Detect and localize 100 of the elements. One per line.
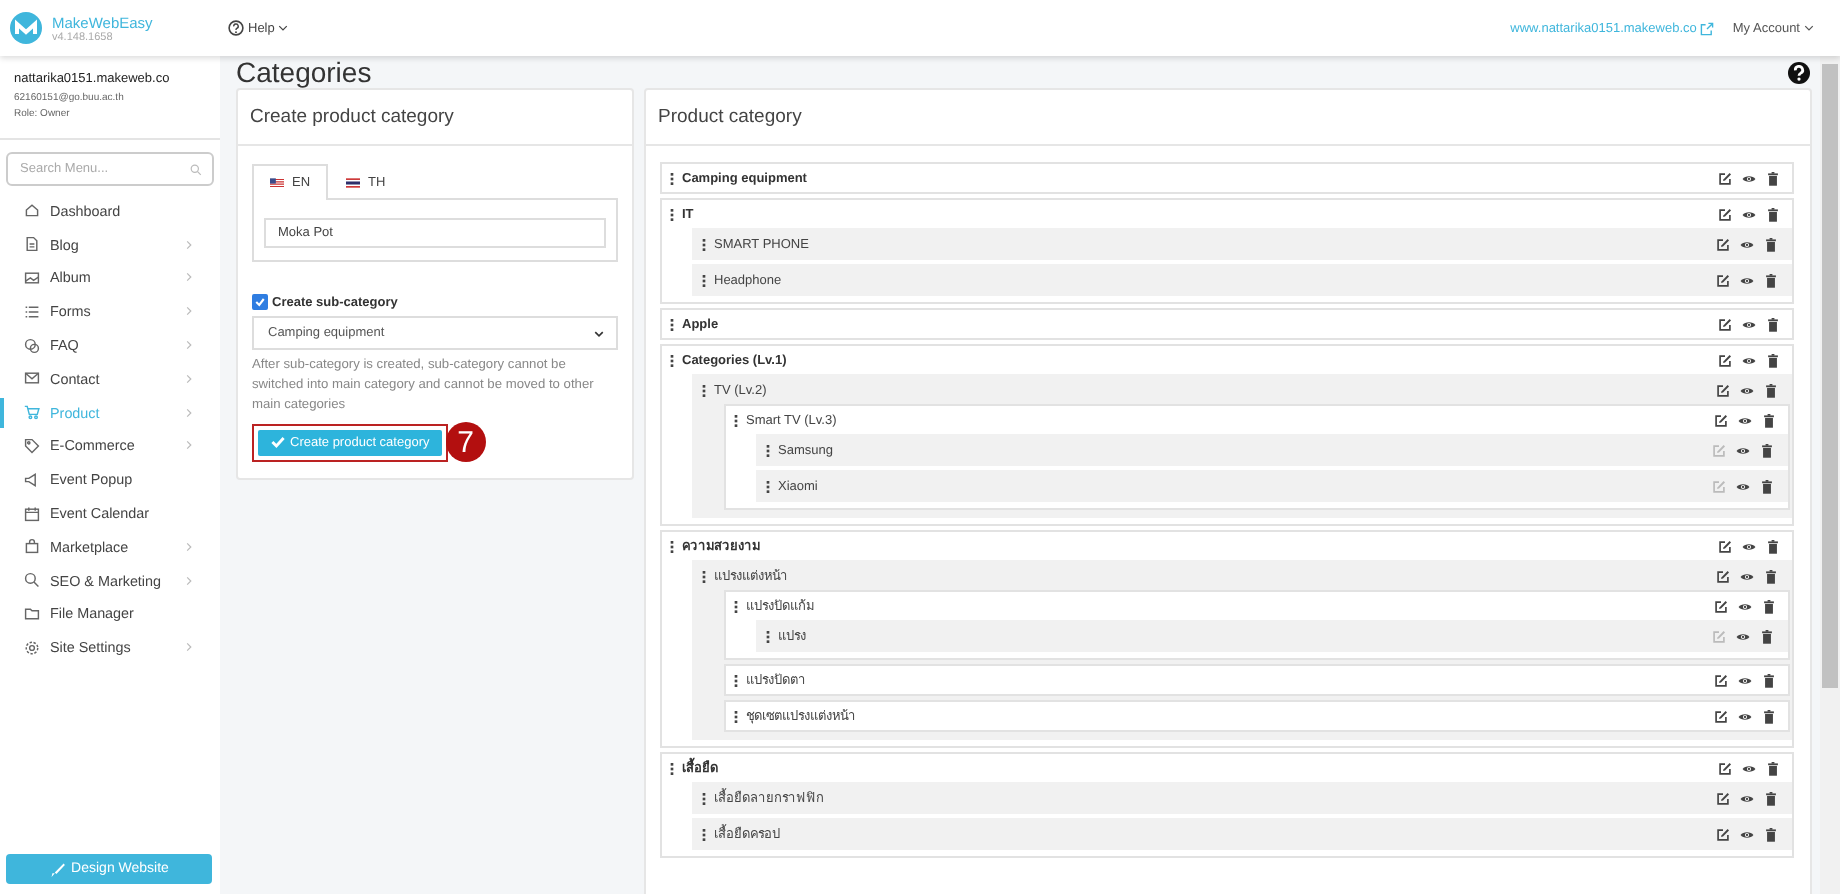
drag-handle-icon[interactable] (702, 237, 706, 251)
eye-icon[interactable] (1742, 317, 1756, 331)
edit-icon[interactable] (1716, 237, 1730, 251)
chevron-icon (186, 541, 192, 552)
eye-icon[interactable] (1736, 479, 1750, 493)
checkbox[interactable] (252, 294, 268, 310)
drag-handle-icon[interactable] (766, 629, 770, 643)
eye-icon[interactable] (1738, 673, 1752, 687)
nav-icon (24, 538, 40, 555)
drag-handle-icon[interactable] (670, 171, 674, 185)
edit-icon[interactable] (1718, 353, 1732, 367)
eye-icon[interactable] (1742, 761, 1756, 775)
eye-icon[interactable] (1740, 273, 1754, 287)
trash-icon[interactable] (1762, 709, 1776, 723)
nav-icon (24, 236, 40, 253)
eye-icon[interactable] (1742, 353, 1756, 367)
eye-icon[interactable] (1740, 791, 1754, 805)
trash-icon[interactable] (1764, 569, 1778, 583)
eye-icon[interactable] (1736, 443, 1750, 457)
eye-icon[interactable] (1738, 413, 1752, 427)
trash-icon[interactable] (1764, 791, 1778, 805)
eye-icon[interactable] (1740, 569, 1754, 583)
trash-icon[interactable] (1766, 539, 1780, 553)
trash-icon[interactable] (1762, 599, 1776, 613)
caret-icon (594, 329, 604, 337)
edit-icon[interactable] (1718, 317, 1732, 331)
eye-icon[interactable] (1736, 629, 1750, 643)
edit-icon[interactable] (1718, 207, 1732, 221)
trash-icon[interactable] (1766, 353, 1780, 367)
edit-icon[interactable] (1714, 413, 1728, 427)
external-link-icon (1700, 21, 1715, 35)
edit-icon[interactable] (1714, 709, 1728, 723)
edit-icon[interactable] (1716, 383, 1730, 397)
trash-icon[interactable] (1762, 673, 1776, 687)
eye-icon[interactable] (1740, 383, 1754, 397)
caret-icon (278, 24, 289, 32)
scrollbar-thumb[interactable] (1822, 64, 1838, 688)
drag-handle-icon[interactable] (702, 791, 706, 805)
scrollbar[interactable] (1820, 56, 1840, 894)
trash-icon[interactable] (1766, 317, 1780, 331)
trash-icon[interactable] (1764, 237, 1778, 251)
edit-icon[interactable] (1718, 171, 1732, 185)
eye-icon[interactable] (1738, 709, 1752, 723)
edit-icon[interactable] (1714, 599, 1728, 613)
nav-icon (24, 471, 40, 488)
drag-handle-icon[interactable] (766, 443, 770, 457)
eye-icon[interactable] (1742, 539, 1756, 553)
trash-icon[interactable] (1760, 479, 1774, 493)
search-icon (190, 163, 202, 175)
page-title: Categories (236, 56, 372, 88)
trash-icon[interactable] (1764, 383, 1778, 397)
eye-icon[interactable] (1742, 171, 1756, 185)
trash-icon[interactable] (1764, 273, 1778, 287)
edit-icon[interactable] (1716, 791, 1730, 805)
edit-icon[interactable] (1716, 273, 1730, 287)
drag-handle-icon[interactable] (670, 353, 674, 367)
trash-icon[interactable] (1766, 207, 1780, 221)
drag-handle-icon[interactable] (702, 569, 706, 583)
nav-icon (24, 370, 40, 387)
trash-icon[interactable] (1764, 827, 1778, 841)
trash-icon[interactable] (1760, 629, 1774, 643)
chevron-icon (186, 306, 192, 317)
nav-icon (24, 404, 40, 421)
flag-icon (346, 178, 361, 188)
eye-icon[interactable] (1738, 599, 1752, 613)
edit-icon[interactable] (1718, 761, 1732, 775)
chevron-icon (186, 373, 192, 384)
trash-icon[interactable] (1766, 171, 1780, 185)
edit-icon[interactable] (1716, 569, 1730, 583)
drag-handle-icon[interactable] (734, 599, 738, 613)
nav-icon (24, 269, 40, 286)
edit-icon[interactable] (1714, 673, 1728, 687)
edit-icon[interactable] (1716, 827, 1730, 841)
help-icon[interactable] (1788, 61, 1810, 83)
drag-handle-icon[interactable] (734, 413, 738, 427)
card-title: Create product category (238, 90, 632, 146)
drag-handle-icon[interactable] (670, 207, 674, 221)
eye-icon[interactable] (1740, 827, 1754, 841)
pencil-icon (49, 861, 66, 877)
edit-icon[interactable] (1718, 539, 1732, 553)
chevron-icon (186, 407, 192, 418)
check-icon (270, 434, 286, 450)
trash-icon[interactable] (1760, 443, 1774, 457)
drag-handle-icon[interactable] (734, 709, 738, 723)
drag-handle-icon[interactable] (702, 273, 706, 287)
drag-handle-icon[interactable] (702, 383, 706, 397)
drag-handle-icon[interactable] (670, 761, 674, 775)
drag-handle-icon[interactable] (734, 673, 738, 687)
drag-handle-icon[interactable] (670, 539, 674, 553)
chevron-icon (186, 575, 192, 586)
eye-icon[interactable] (1740, 237, 1754, 251)
eye-icon[interactable] (1742, 207, 1756, 221)
chevron-icon (186, 239, 192, 250)
step-badge: 7 (445, 422, 486, 462)
drag-handle-icon[interactable] (702, 827, 706, 841)
drag-handle-icon[interactable] (670, 317, 674, 331)
drag-handle-icon[interactable] (766, 479, 770, 493)
trash-icon[interactable] (1762, 413, 1776, 427)
trash-icon[interactable] (1766, 761, 1780, 775)
chevron-icon (186, 642, 192, 653)
